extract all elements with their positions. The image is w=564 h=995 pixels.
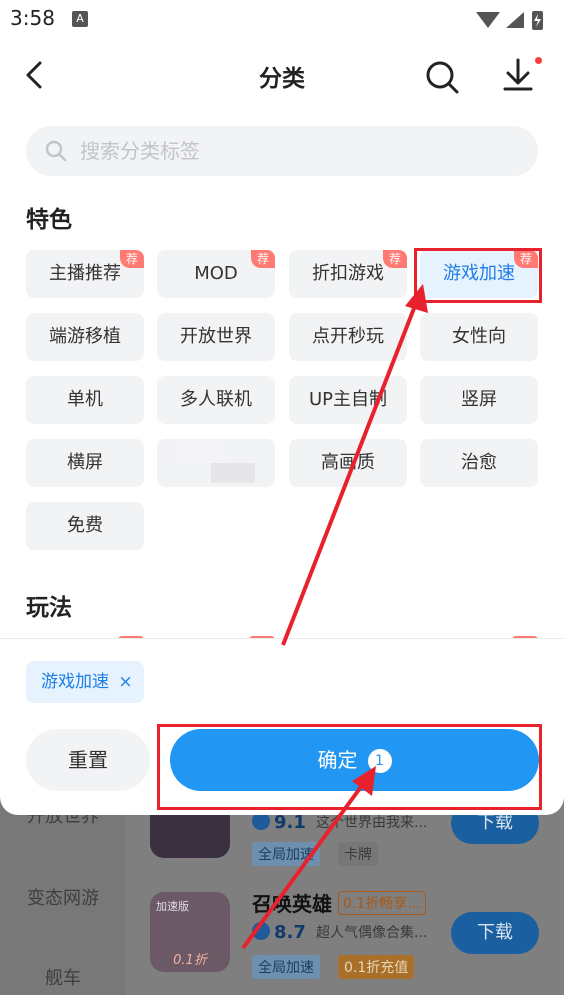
game-chip: 全局加速 [252,955,320,979]
recommend-badge: 荐 [120,250,144,268]
page-title: 分类 [259,66,305,92]
tag-discount-games[interactable]: 折扣游戏 荐 [289,250,407,298]
game-chip: 全局加速 [252,842,320,866]
status-time: 3:58 [10,6,55,30]
game-desc: 超人气偶像合集... [316,925,428,941]
tag-mod[interactable]: MOD 荐 [157,250,275,298]
tag-multiplayer[interactable]: 多人联机 [157,376,275,424]
remove-tag-icon[interactable]: × [118,672,132,692]
blur-mask [175,443,225,463]
annotation-highlight-tag [414,248,542,303]
download-icon[interactable] [498,55,540,95]
tag-landscape[interactable]: 横屏 [26,439,144,487]
blur-mask [211,463,255,483]
game-desc: 这个世界由我来... [316,815,428,831]
tag-pc-port[interactable]: 端游移植 [26,313,144,361]
search-icon [45,140,67,162]
download-button[interactable]: 下载 [451,912,539,954]
tag-creator-made[interactable]: UP主自制 [289,376,407,424]
tag-female-oriented[interactable]: 女性向 [420,313,538,361]
game-score: 8.7 [252,922,306,943]
annotation-highlight-confirm [157,724,542,810]
tag-open-world[interactable]: 开放世界 [157,313,275,361]
game-chip: 0.1折充值 [338,955,415,979]
selected-tag-chip[interactable]: 游戏加速 × [26,661,144,703]
tag-instant-play[interactable]: 点开秒玩 [289,313,407,361]
notification-icon: A [72,11,88,27]
recommend-badge: 荐 [383,250,407,268]
game-title: 召唤英雄 [252,892,332,916]
background-sidebar: 开放世界 变态网游 舰车 [0,790,126,995]
tag-healing[interactable]: 治愈 [420,439,538,487]
sidebar-item[interactable]: 变态网游 [0,884,126,910]
tag-high-quality[interactable]: 高画质 [289,439,407,487]
tag-portrait[interactable]: 竖屏 [420,376,538,424]
search-icon[interactable] [422,57,462,97]
reset-button[interactable]: 重置 [26,729,150,791]
recommend-badge: 荐 [251,250,275,268]
section-title-features: 特色 [26,207,72,233]
download-notification-dot [535,57,542,64]
status-bar: 3:58 A [0,0,564,40]
tag-free[interactable]: 免费 [26,502,144,550]
section-title-gameplay: 玩法 [26,595,72,621]
tag-search-box[interactable] [26,126,538,176]
tag-streamer-recommend[interactable]: 主播推荐 荐 [26,250,144,298]
app-header: 分类 [0,45,564,107]
tag-search-input[interactable] [78,138,478,164]
game-score: 9.1 [252,812,306,833]
game-promo: 0.1折畅享... [338,891,426,915]
tag-obscured[interactable] [157,439,275,487]
status-icons [476,11,543,30]
game-icon: 加速版 0.1折 [150,892,230,972]
tag-single-player[interactable]: 单机 [26,376,144,424]
game-chip: 卡牌 [338,842,378,866]
sidebar-item[interactable]: 舰车 [0,964,126,990]
